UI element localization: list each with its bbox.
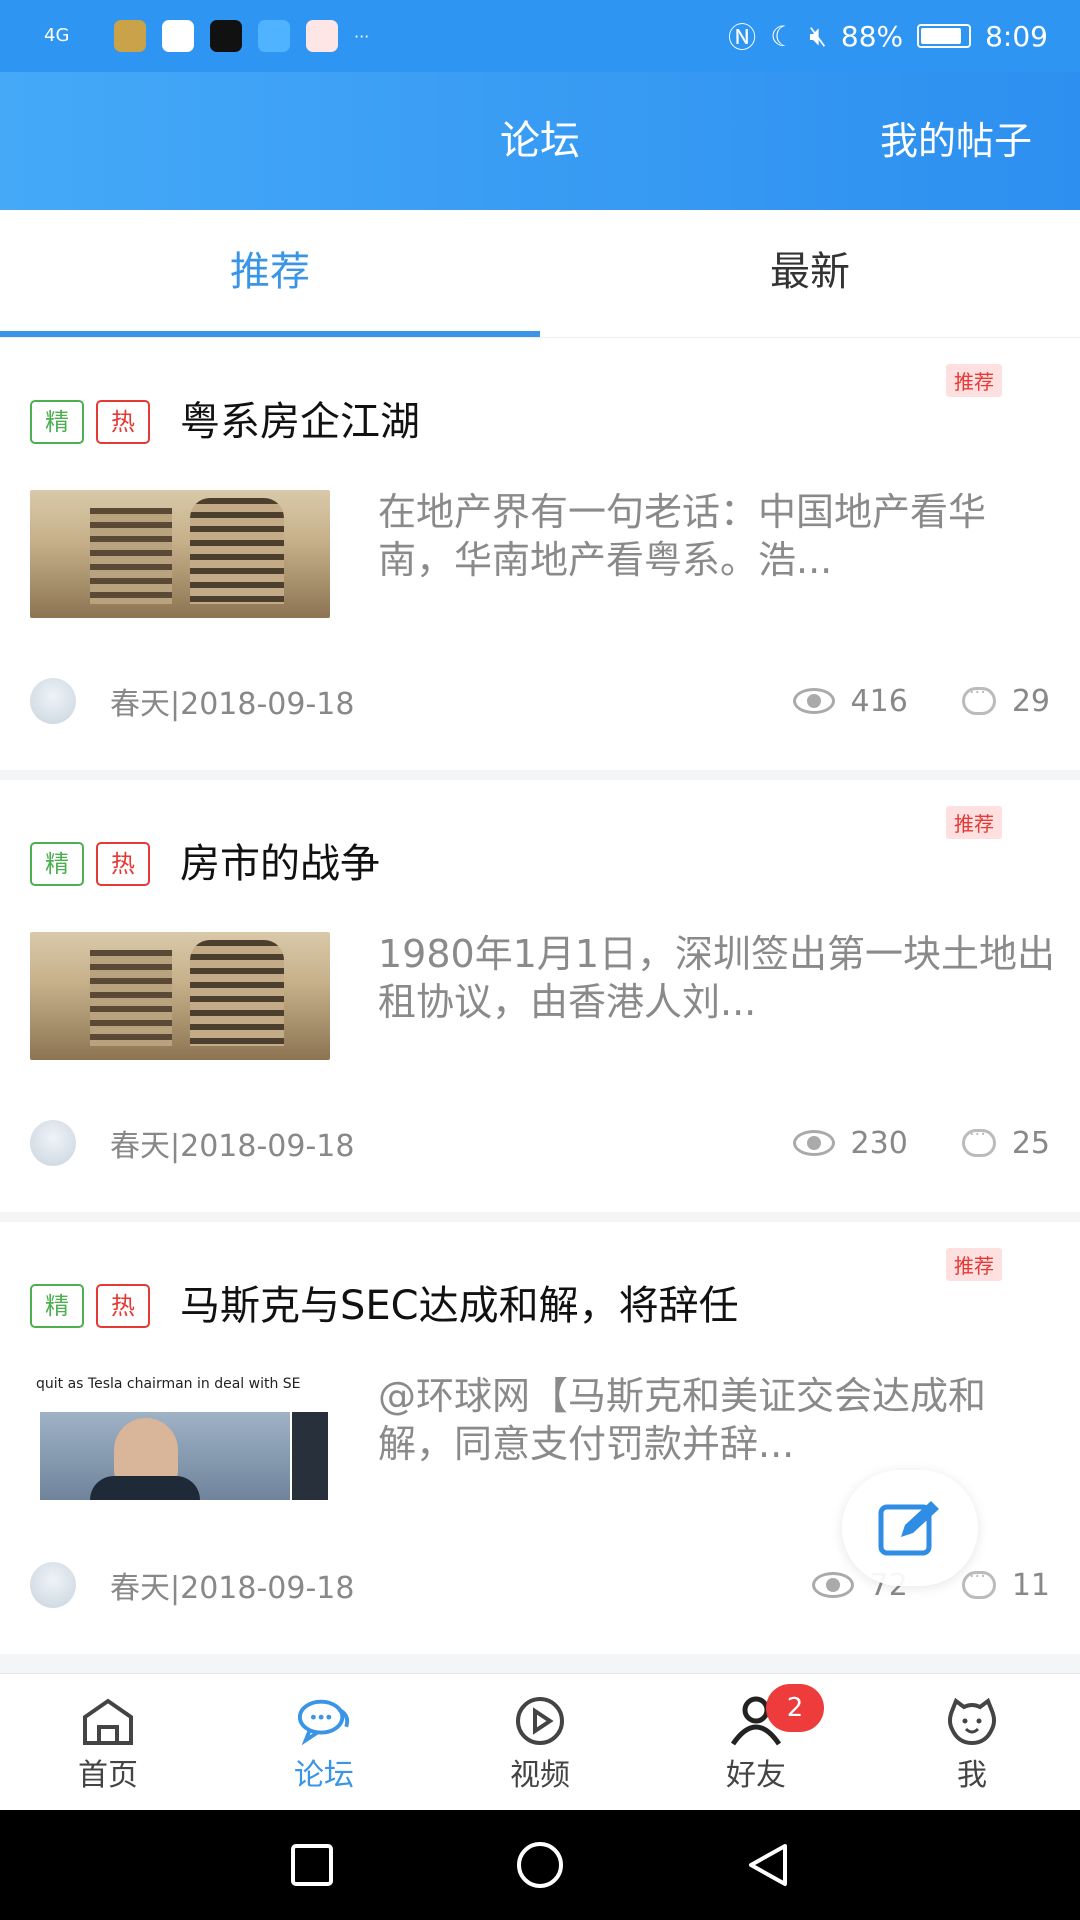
- app-notification-icon: [306, 20, 338, 52]
- elite-tag: 精: [30, 842, 84, 886]
- friends-badge: 2: [766, 1684, 824, 1732]
- signal-icon: 4G: [44, 25, 70, 46]
- comments-stat: 25: [961, 1124, 1050, 1161]
- hot-tag: 热: [96, 842, 150, 886]
- thumbnail-sidebar: [292, 1412, 328, 1500]
- comments-stat: 29: [961, 682, 1050, 719]
- elite-tag: 精: [30, 1284, 84, 1328]
- bottom-tab-bar: 首页 论坛 视频 好友 2 我: [0, 1673, 1080, 1810]
- tab-me-label: 我: [957, 1758, 987, 1793]
- tab-friends-label: 好友: [726, 1758, 786, 1793]
- status-left: 4G ···: [44, 20, 369, 52]
- comments-count: 25: [1011, 1125, 1050, 1161]
- moon-icon: ☾: [770, 19, 796, 53]
- recommended-badge: 推荐: [946, 364, 1002, 397]
- post-summary: 1980年1月1日，深圳签出第一块土地出租协议，由香港人刘...: [378, 932, 1056, 1024]
- comments-stat: 11: [961, 1566, 1050, 1603]
- post-tags: 精 热: [30, 400, 150, 444]
- post-tags: 精 热: [30, 1284, 150, 1328]
- post-card[interactable]: 推荐 精 热 房市的战争 1980年1月1日，深圳签出第一块土地出租协议，由香港…: [0, 780, 1080, 1212]
- views-count: 416: [850, 683, 908, 719]
- tab-video[interactable]: 视频: [432, 1674, 648, 1810]
- author-date: 春天|2018-09-18: [110, 1129, 355, 1164]
- thumbnail-photo: [40, 1412, 290, 1500]
- back-icon[interactable]: [745, 1842, 791, 1888]
- battery-percent: 88%: [840, 19, 904, 53]
- forum-tabs: 推荐 最新: [0, 210, 1080, 338]
- post-title[interactable]: 马斯克与SEC达成和解，将辞任: [180, 1278, 739, 1334]
- recents-icon[interactable]: [289, 1842, 335, 1888]
- chat-bubbles-icon: [296, 1696, 352, 1746]
- status-right: Ⓝ ☾ 🔇︎ 88% 8:09: [728, 16, 1048, 56]
- home-circle-icon[interactable]: [515, 1840, 565, 1890]
- nfc-icon: Ⓝ: [728, 21, 757, 54]
- comment-icon: [961, 1566, 996, 1599]
- thumbnail-headline: quit as Tesla chairman in deal with SE: [36, 1376, 301, 1392]
- my-posts-button[interactable]: 我的帖子: [880, 72, 1032, 210]
- compose-post-button[interactable]: [842, 1470, 978, 1586]
- author-date: 春天|2018-09-18: [110, 687, 355, 722]
- recommended-badge: 推荐: [946, 806, 1002, 839]
- play-circle-icon: [512, 1696, 568, 1746]
- post-summary: 在地产界有一句老话：中国地产看华南，华南地产看粤系。浩...: [378, 490, 987, 582]
- tab-home-label: 首页: [78, 1758, 138, 1793]
- post-summary: @环球网【马斯克和美证交会达成和解，同意支付罚款并辞...: [378, 1374, 987, 1466]
- post-meta: 春天|2018-09-18 416 29: [30, 676, 1050, 726]
- post-tags: 精 热: [30, 842, 150, 886]
- author-date: 春天|2018-09-18: [110, 1571, 355, 1606]
- app-notification-icon: [258, 20, 290, 52]
- status-bar: 4G ··· Ⓝ ☾ 🔇︎ 88% 8:09: [0, 0, 1080, 72]
- system-navigation-bar: [0, 1810, 1080, 1920]
- app-notification-icon: [114, 20, 146, 52]
- avatar[interactable]: [30, 678, 76, 724]
- tab-friends[interactable]: 好友 2: [648, 1674, 864, 1810]
- eye-icon: [792, 1130, 835, 1156]
- views-count: 230: [850, 1125, 908, 1161]
- tiktok-icon: [210, 20, 242, 52]
- post-card[interactable]: 推荐 精 热 粤系房企江湖 在地产界有一句老话：中国地产看华南，华南地产看粤系。…: [0, 338, 1080, 770]
- post-stats: 230 25: [792, 1124, 1050, 1161]
- tab-recommended[interactable]: 推荐: [0, 210, 540, 337]
- tab-me[interactable]: 我: [864, 1674, 1080, 1810]
- post-title[interactable]: 房市的战争: [180, 836, 380, 892]
- clock: 8:09: [985, 19, 1048, 53]
- recommended-badge: 推荐: [946, 1248, 1002, 1281]
- tab-latest[interactable]: 最新: [540, 210, 1080, 337]
- post-title[interactable]: 粤系房企江湖: [180, 394, 420, 450]
- comments-count: 11: [1011, 1567, 1050, 1603]
- comment-icon: [961, 1124, 996, 1157]
- elite-tag: 精: [30, 400, 84, 444]
- tab-forum-label: 论坛: [294, 1758, 354, 1793]
- app-header: 论坛 我的帖子: [0, 72, 1080, 210]
- comment-icon: [961, 682, 996, 715]
- battery-icon: [917, 24, 972, 48]
- avatar[interactable]: [30, 1562, 76, 1608]
- tab-video-label: 视频: [510, 1758, 570, 1793]
- tab-forum[interactable]: 论坛: [216, 1674, 432, 1810]
- post-card[interactable]: 推荐 精 热 马斯克与SEC达成和解，将辞任 quit as Tesla cha…: [0, 1222, 1080, 1654]
- post-meta: 春天|2018-09-18 230 25: [30, 1118, 1050, 1168]
- hot-tag: 热: [96, 1284, 150, 1328]
- eye-icon: [811, 1572, 854, 1598]
- eye-icon: [792, 688, 835, 714]
- post-thumbnail[interactable]: [30, 490, 330, 618]
- app-notification-icon: [162, 20, 194, 52]
- more-notifications-icon: ···: [354, 26, 370, 46]
- avatar[interactable]: [30, 1120, 76, 1166]
- views-stat: 416: [792, 683, 908, 719]
- comments-count: 29: [1011, 683, 1050, 719]
- views-stat: 230: [792, 1125, 908, 1161]
- post-thumbnail[interactable]: [30, 932, 330, 1060]
- post-thumbnail[interactable]: quit as Tesla chairman in deal with SE: [30, 1374, 330, 1502]
- smiley-icon: [944, 1696, 1000, 1746]
- home-icon: [80, 1696, 136, 1746]
- hot-tag: 热: [96, 400, 150, 444]
- post-stats: 416 29: [792, 682, 1050, 719]
- tab-home[interactable]: 首页: [0, 1674, 216, 1810]
- edit-icon: [878, 1501, 939, 1556]
- mute-icon: 🔇︎: [809, 19, 827, 52]
